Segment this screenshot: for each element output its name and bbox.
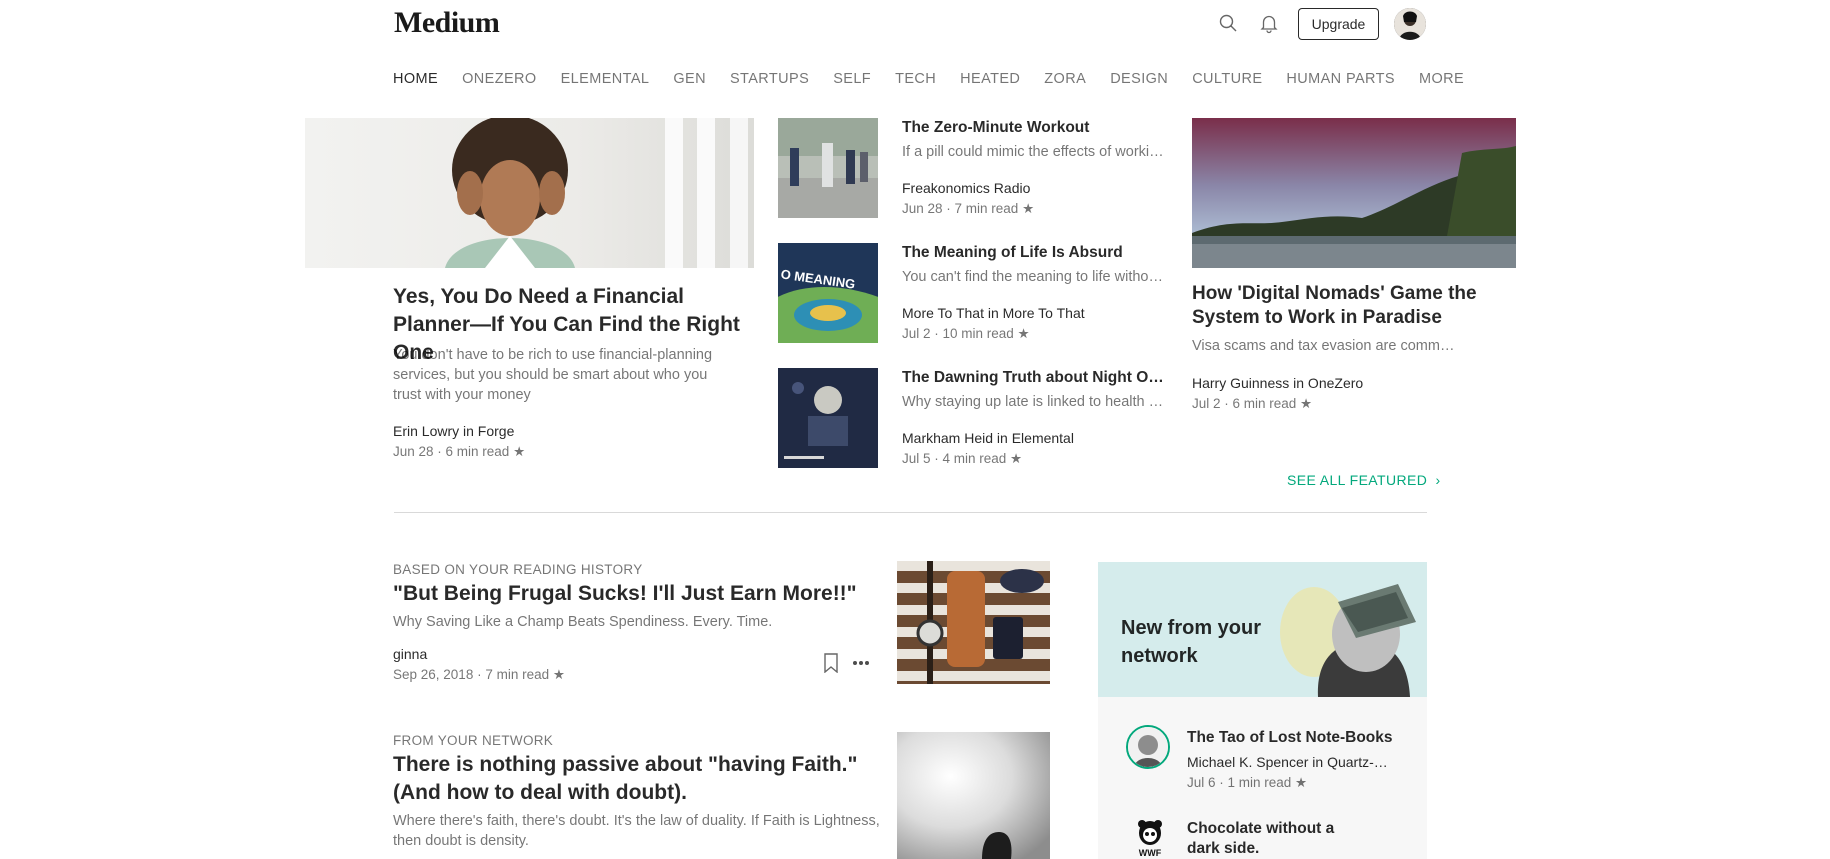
network-item-date: Jul 6 · 1 min read ★ — [1187, 775, 1308, 790]
nav-item-startups[interactable]: STARTUPS — [730, 71, 809, 87]
nav-item-heated[interactable]: HEATED — [960, 71, 1020, 87]
see-all-label: SEE ALL FEATURED — [1287, 472, 1428, 488]
wwf-logo[interactable]: WWF — [1132, 820, 1168, 859]
nav-item-culture[interactable]: CULTURE — [1192, 71, 1262, 87]
featured-right-author[interactable]: Harry Guinness in OneZero — [1192, 375, 1363, 391]
network-heading: New from your network — [1121, 617, 1262, 667]
featured-list-author[interactable]: Freakonomics Radio — [902, 180, 1030, 196]
wwf-logo-text: WWF — [1139, 848, 1162, 858]
nav-item-human-parts[interactable]: HUMAN PARTS — [1286, 71, 1395, 87]
network-item-title[interactable]: Chocolate without a dark side. — [1187, 819, 1352, 859]
featured-main-subtitle: You don't have to be rich to use financi… — [393, 347, 713, 403]
network-item-author[interactable]: Michael K. Spencer in Quartz-Bo… — [1187, 754, 1397, 770]
see-all-featured-link[interactable]: SEE ALL FEATURED › — [1287, 472, 1441, 488]
feed-item-image[interactable] — [897, 732, 1050, 859]
nav-item-gen[interactable]: GEN — [673, 71, 706, 87]
featured-main-author[interactable]: Erin Lowry in Forge — [393, 423, 514, 439]
featured-list-title[interactable]: The Dawning Truth about Night Owls — [902, 369, 1167, 387]
feed-item-date: Sep 26, 2018 · 7 min read ★ — [393, 667, 565, 682]
section-divider — [394, 512, 1427, 513]
featured-list-title[interactable]: The Meaning of Life Is Absurd — [902, 244, 1167, 262]
network-banner: New from your network — [1098, 562, 1427, 697]
featured-right-image[interactable] — [1192, 118, 1516, 268]
bell-icon[interactable] — [1257, 11, 1281, 35]
chevron-right-icon: › — [1435, 472, 1441, 488]
nav-item-more[interactable]: MORE — [1419, 71, 1464, 87]
featured-list-subtitle: Why staying up late is linked to health … — [902, 394, 1167, 410]
featured-list-subtitle: If a pill could mimic the effects of wor… — [902, 144, 1167, 160]
featured-list-title[interactable]: The Zero-Minute Workout — [902, 119, 1167, 137]
feed-item-image[interactable] — [897, 561, 1050, 684]
network-item-avatar[interactable] — [1126, 725, 1170, 769]
nav-item-self[interactable]: SELF — [833, 71, 871, 87]
featured-right-title[interactable]: How 'Digital Nomads' Game the System to … — [1192, 282, 1512, 330]
avatar[interactable] — [1394, 8, 1426, 40]
featured-list-image[interactable] — [778, 368, 878, 468]
feed-item-kicker: BASED ON YOUR READING HISTORY — [393, 562, 643, 577]
featured-list-image[interactable] — [778, 118, 878, 218]
network-item-title[interactable]: The Tao of Lost Note-Books — [1187, 729, 1393, 747]
medium-logo[interactable]: Medium — [394, 6, 500, 40]
feed-item-title[interactable]: There is nothing passive about "having F… — [393, 751, 883, 807]
nav-item-zora[interactable]: ZORA — [1044, 71, 1086, 87]
more-options-icon[interactable] — [852, 659, 870, 667]
feed-item-title[interactable]: "But Being Frugal Sucks! I'll Just Earn … — [393, 580, 893, 608]
feed-item-kicker: FROM YOUR NETWORK — [393, 733, 554, 748]
nav-item-tech[interactable]: TECH — [895, 71, 936, 87]
featured-right-date: Jul 2 · 6 min read ★ — [1192, 396, 1313, 411]
nav-item-onezero[interactable]: ONEZERO — [462, 71, 537, 87]
featured-list-date: Jul 5 · 4 min read ★ — [902, 451, 1023, 466]
topic-nav: HOME ONEZERO ELEMENTAL GEN STARTUPS SELF… — [393, 71, 1488, 87]
feed-item-author[interactable]: ginna — [393, 646, 427, 662]
feed-item-subtitle: Where there's faith, there's doubt. It's… — [393, 813, 880, 849]
featured-list-subtitle: You can't find the meaning to life witho… — [902, 269, 1167, 285]
featured-list-author[interactable]: Markham Heid in Elemental — [902, 430, 1074, 446]
nav-item-elemental[interactable]: ELEMENTAL — [561, 71, 650, 87]
featured-list-date: Jul 2 · 10 min read ★ — [902, 326, 1030, 341]
featured-right-subtitle: Visa scams and tax evasion are commo… — [1192, 338, 1457, 354]
bookmark-icon[interactable] — [823, 653, 839, 673]
upgrade-button[interactable]: Upgrade — [1298, 8, 1379, 40]
nav-item-home[interactable]: HOME — [393, 71, 438, 87]
featured-list-image[interactable]: O MEANING — [778, 243, 878, 343]
featured-list-date: Jun 28 · 7 min read ★ — [902, 201, 1035, 216]
feed-item-subtitle: Why Saving Like a Champ Beats Spendiness… — [393, 614, 773, 630]
nav-item-design[interactable]: DESIGN — [1110, 71, 1168, 87]
vr-headset-illustration — [1280, 584, 1416, 697]
search-icon[interactable] — [1216, 11, 1240, 35]
featured-main-image[interactable] — [305, 118, 754, 268]
featured-list-author[interactable]: More To That in More To That — [902, 305, 1085, 321]
featured-main-date: Jun 28 · 6 min read ★ — [393, 444, 526, 459]
